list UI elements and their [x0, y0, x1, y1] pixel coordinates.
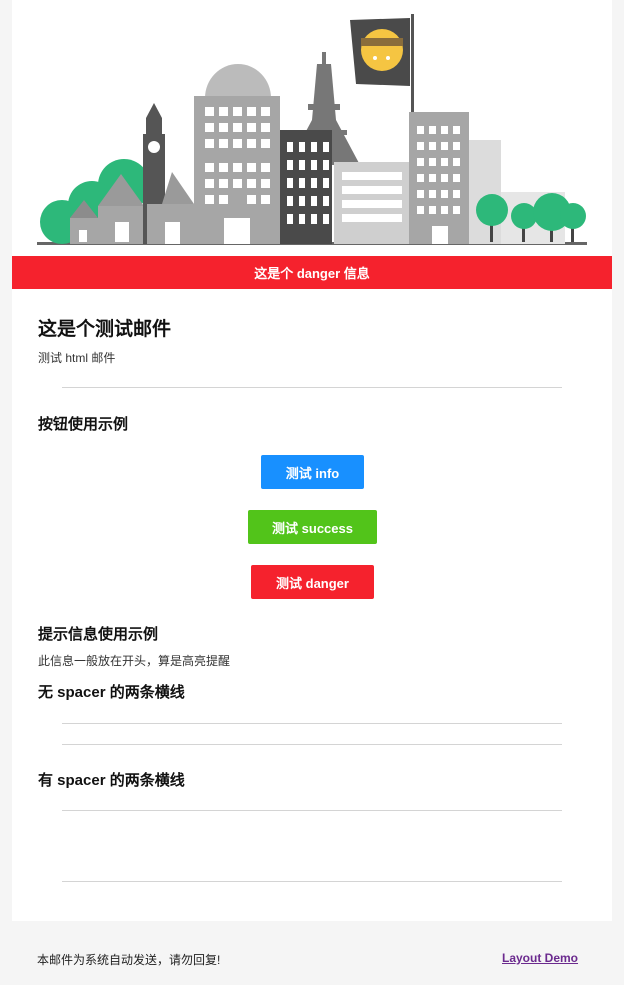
email-card: 这是个 danger 信息 这是个测试邮件 测试 html 邮件 按钮使用示例 … [12, 0, 612, 921]
tips-text: 此信息一般放在开头，算是高亮提醒 [38, 654, 231, 668]
email-title: 这是个测试邮件 [38, 319, 172, 340]
city-illustration [37, 14, 587, 245]
divider [62, 387, 562, 388]
email-subtitle: 测试 html 邮件 [38, 351, 116, 365]
mascot-icon [361, 29, 403, 71]
success-button[interactable]: 测试 success [248, 510, 377, 544]
no-spacer-heading: 无 spacer 的两条横线 [38, 684, 185, 701]
danger-button[interactable]: 测试 danger [251, 565, 374, 599]
divider [62, 881, 562, 882]
tips-section-heading: 提示信息使用示例 [38, 626, 159, 643]
divider [62, 723, 562, 724]
info-button[interactable]: 测试 info [261, 455, 364, 489]
buttons-section-heading: 按钮使用示例 [38, 416, 129, 433]
divider [62, 744, 562, 745]
layout-demo-link[interactable]: Layout Demo [502, 951, 578, 965]
danger-alert: 这是个 danger 信息 [12, 256, 612, 289]
with-spacer-heading: 有 spacer 的两条横线 [38, 772, 185, 789]
footer-text: 本邮件为系统自动发送，请勿回复! [37, 953, 221, 967]
divider [62, 810, 562, 811]
